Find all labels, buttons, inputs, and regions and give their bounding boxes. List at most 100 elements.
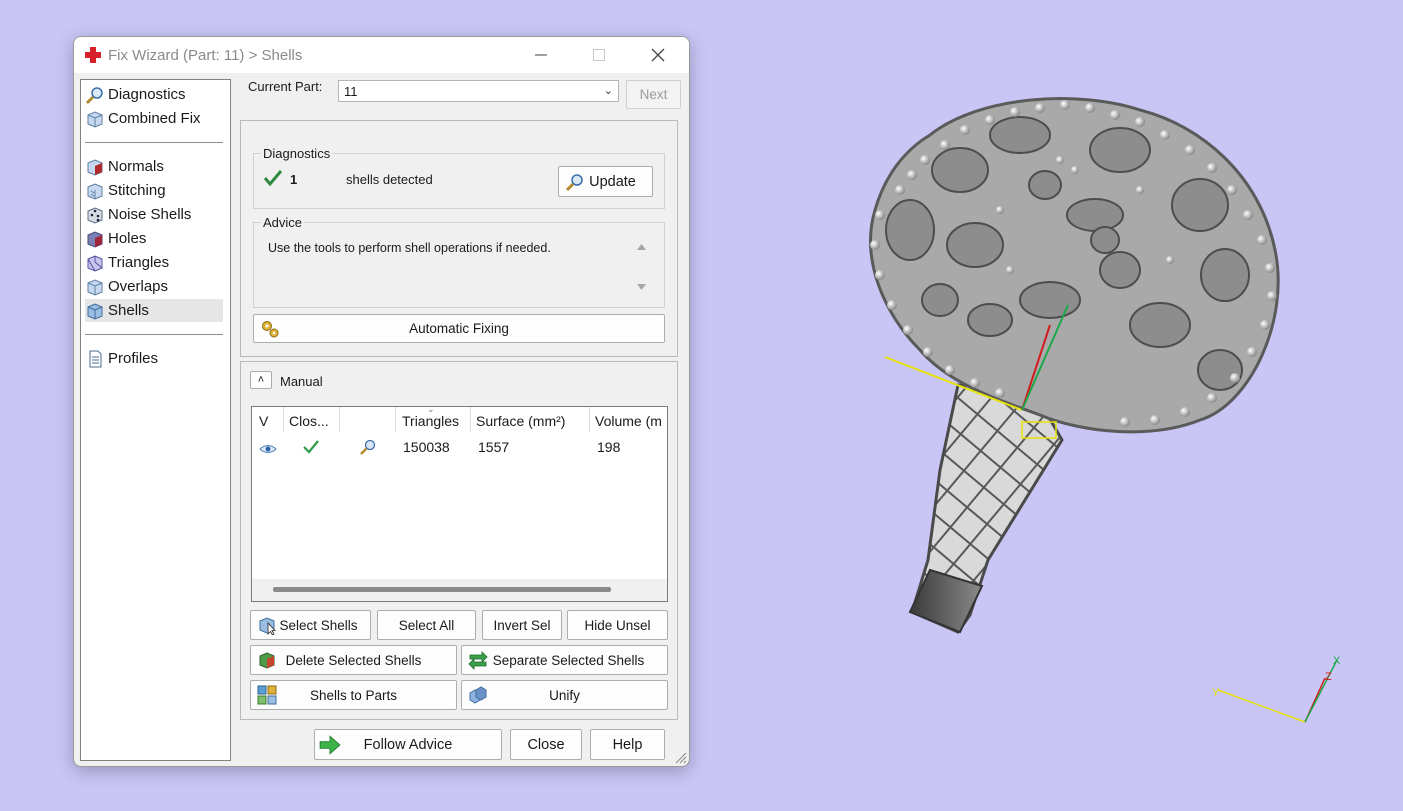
red-cross-icon	[85, 47, 101, 63]
column-separator	[589, 407, 590, 432]
sidebar-item-overlaps[interactable]: Overlaps	[85, 275, 223, 298]
column-header-closed[interactable]: Clos...	[289, 413, 329, 429]
maximize-button[interactable]	[579, 41, 619, 69]
sidebar-item-shells[interactable]: Shells	[85, 299, 223, 322]
gears-icon	[262, 320, 279, 337]
separate-selected-shells-label: Separate Selected Shells	[492, 652, 645, 668]
close-button[interactable]: Close	[510, 729, 582, 760]
sidebar-item-holes[interactable]: Holes	[85, 227, 223, 250]
cell-volume: 198	[597, 439, 621, 455]
diagnostics-title: Diagnostics	[261, 146, 333, 161]
follow-advice-button[interactable]: Follow Advice	[314, 729, 502, 760]
orientation-gizmo: Y Z X	[1212, 655, 1341, 723]
sidebar-item-label: Holes	[108, 230, 147, 247]
column-separator	[339, 407, 340, 432]
cell-surface: 1557	[478, 439, 510, 455]
unify-label: Unify	[549, 687, 580, 703]
shells-to-parts-label: Shells to Parts	[309, 687, 398, 703]
sidebar-item-profiles[interactable]: Profiles	[85, 347, 223, 370]
follow-advice-label: Follow Advice	[363, 736, 453, 753]
eye-icon[interactable]	[259, 443, 277, 455]
close-window-button[interactable]	[638, 41, 678, 69]
noise-dice-icon	[85, 205, 105, 225]
checkmark-icon	[264, 170, 282, 186]
next-button[interactable]: Next	[626, 80, 681, 109]
sidebar-item-label: Diagnostics	[108, 86, 186, 103]
unify-button[interactable]: Unify	[461, 680, 668, 710]
help-button[interactable]: Help	[590, 729, 665, 760]
sidebar-item-triangles[interactable]: Triangles	[85, 251, 223, 274]
column-header-volume[interactable]: Volume (m	[595, 413, 662, 429]
help-label: Help	[612, 736, 643, 753]
update-label: Update	[589, 173, 636, 190]
separate-selected-shells-button[interactable]: Separate Selected Shells	[461, 645, 668, 675]
magnifier-icon	[85, 85, 105, 105]
sidebar-item-label: Noise Shells	[108, 206, 192, 223]
cell-triangles: 150038	[403, 439, 450, 455]
column-separator	[395, 407, 396, 432]
sidebar-item-label: Overlaps	[108, 278, 169, 295]
sidebar-item-combined-fix[interactable]: Combined Fix	[85, 107, 223, 130]
column-separator	[470, 407, 471, 432]
current-part-label: Current Part:	[248, 79, 323, 94]
advice-text: Use the tools to perform shell operation…	[268, 241, 551, 255]
invert-sel-label: Invert Sel	[493, 617, 551, 633]
sidebar-item-noise-shells[interactable]: Noise Shells	[85, 203, 223, 226]
separate-shells-icon	[468, 651, 488, 670]
select-all-button[interactable]: Select All	[377, 610, 476, 640]
shells-detected-text: shells detected	[346, 172, 433, 187]
sidebar-item-normals[interactable]: Normals	[85, 155, 223, 178]
scrollbar-thumb[interactable]	[273, 587, 611, 592]
fix-wizard-window: Fix Wizard (Part: 11) > Shells Diagnosti…	[73, 36, 690, 767]
table-horizontal-scrollbar[interactable]	[252, 579, 667, 601]
column-header-surface[interactable]: Surface (mm²)	[476, 413, 565, 429]
title-bar[interactable]: Fix Wizard (Part: 11) > Shells	[74, 37, 689, 73]
shells-cube-icon	[85, 301, 105, 321]
unify-icon	[469, 686, 487, 704]
invert-sel-button[interactable]: Invert Sel	[482, 610, 562, 640]
select-all-label: Select All	[398, 617, 455, 633]
cube-icon	[85, 109, 105, 129]
update-button[interactable]: Update	[558, 166, 653, 197]
hide-unsel-button[interactable]: Hide Unsel	[567, 610, 668, 640]
3d-viewport[interactable]: Y Z X	[700, 0, 1403, 811]
close-label: Close	[527, 736, 565, 753]
holes-cube-icon	[85, 229, 105, 249]
sidebar-item-label: Profiles	[108, 350, 159, 367]
shells-to-parts-button[interactable]: Shells to Parts	[250, 680, 457, 710]
svg-text:X: X	[1333, 655, 1341, 667]
automatic-fixing-button[interactable]: Automatic Fixing	[253, 314, 665, 343]
delete-selected-shells-button[interactable]: Delete Selected Shells	[250, 645, 457, 675]
document-icon	[85, 349, 105, 369]
sidebar-item-label: Combined Fix	[108, 110, 201, 127]
column-header-triangles[interactable]: Triangles	[402, 413, 459, 429]
sidebar-item-stitching[interactable]: Stitching	[85, 179, 223, 202]
shells-table[interactable]: V Clos... ⌄ Triangles Surface (mm²) Volu…	[251, 406, 668, 602]
current-part-select[interactable]: 11 ⌄	[338, 80, 619, 102]
delete-shells-icon	[259, 652, 275, 669]
magnifier-icon[interactable]	[359, 438, 377, 456]
sidebar-item-label: Shells	[108, 302, 149, 319]
minimize-icon	[535, 54, 547, 56]
column-separator	[283, 407, 284, 432]
magnifier-icon	[565, 173, 583, 191]
select-shells-button[interactable]: Select Shells	[250, 610, 371, 640]
triangles-cube-icon	[85, 253, 105, 273]
collapse-button[interactable]: ˄	[250, 371, 272, 389]
checkmark-icon	[303, 440, 319, 454]
minimize-button[interactable]	[521, 41, 561, 69]
delete-selected-shells-label: Delete Selected Shells	[285, 652, 422, 668]
advice-scrollbar[interactable]	[633, 236, 650, 298]
advice-group	[253, 222, 665, 308]
column-header-visible[interactable]: V	[259, 413, 268, 429]
sidebar-item-diagnostics[interactable]: Diagnostics	[85, 83, 223, 106]
sidebar: Diagnostics Combined Fix Normals Stitchi…	[80, 79, 231, 761]
automatic-fixing-label: Automatic Fixing	[409, 321, 509, 336]
current-part-value: 11	[344, 84, 358, 99]
sidebar-divider	[85, 334, 223, 335]
normals-cube-icon	[85, 157, 105, 177]
resize-grip-icon[interactable]	[675, 752, 687, 764]
stitching-cube-icon	[85, 181, 105, 201]
overlaps-cube-icon	[85, 277, 105, 297]
ring-model[interactable]	[869, 97, 1280, 634]
